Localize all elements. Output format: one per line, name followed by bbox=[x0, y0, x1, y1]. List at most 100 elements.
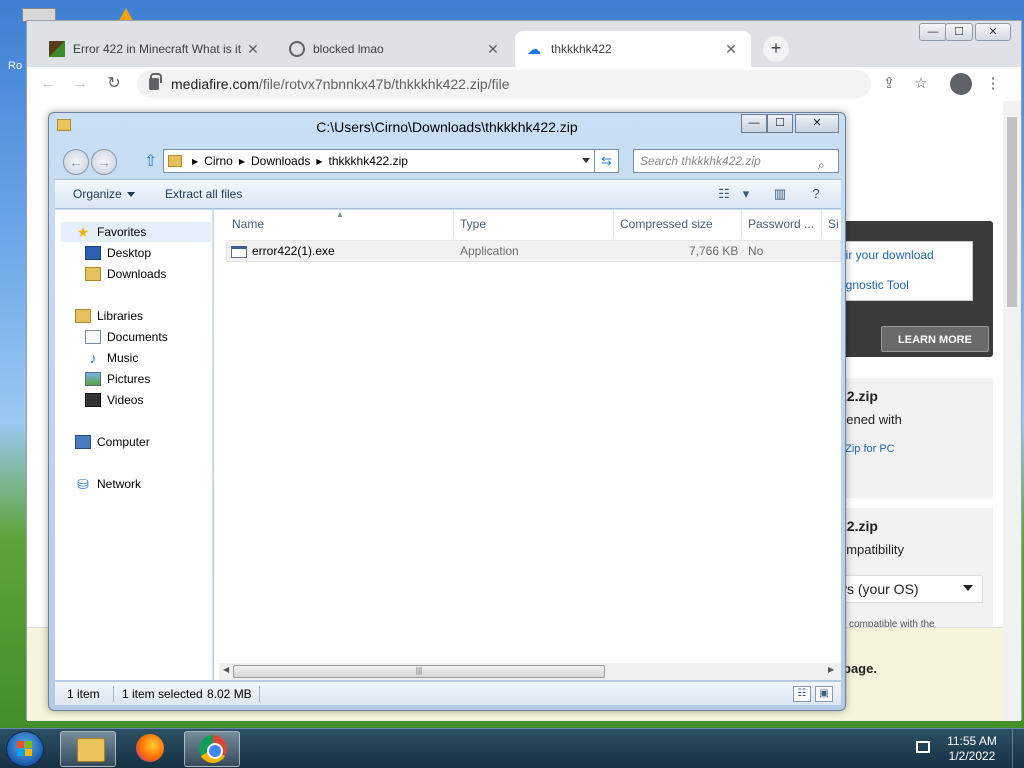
tab-minecraft-error[interactable]: Error 422 in Minecraft What is it ✕ bbox=[37, 31, 273, 67]
nav-label: Favorites bbox=[97, 225, 147, 239]
divider bbox=[113, 686, 114, 702]
videos-icon bbox=[85, 393, 101, 407]
nav-label: Network bbox=[97, 477, 142, 491]
column-header-password[interactable]: Password ... bbox=[742, 210, 822, 238]
scroll-left-icon[interactable]: ◀ bbox=[223, 665, 229, 674]
folder-icon bbox=[77, 738, 105, 762]
organize-button[interactable]: Organize bbox=[73, 187, 135, 201]
computer-icon bbox=[75, 435, 91, 449]
documents-icon bbox=[85, 330, 101, 344]
scrollbar-thumb[interactable] bbox=[1007, 117, 1017, 307]
close-button[interactable]: ✕ bbox=[975, 23, 1011, 41]
taskbar-firefox-button[interactable] bbox=[122, 731, 178, 767]
breadcrumb-cirno[interactable]: Cirno bbox=[204, 154, 233, 168]
chevron-right-icon: ▶ bbox=[192, 156, 199, 166]
horizontal-scrollbar[interactable]: ◀ ||| ▶ bbox=[219, 663, 841, 680]
nav-documents[interactable]: Documents bbox=[85, 327, 168, 347]
new-tab-button[interactable]: + bbox=[763, 36, 789, 62]
help-icon[interactable]: ? bbox=[807, 186, 825, 202]
minimize-button[interactable]: — bbox=[919, 23, 947, 41]
back-button[interactable]: ← bbox=[63, 149, 89, 175]
chevron-down-icon[interactable] bbox=[582, 158, 590, 163]
winzip-link[interactable]: nZip for PC bbox=[839, 443, 895, 455]
scrollbar-thumb[interactable]: ||| bbox=[233, 665, 605, 678]
desktop-label: Ro bbox=[8, 60, 23, 72]
tab-title: blocked lmao bbox=[313, 42, 384, 56]
start-button[interactable] bbox=[6, 731, 44, 767]
tab-mediafire[interactable]: ☁ thkkkhk422 ✕ bbox=[515, 31, 751, 67]
search-input[interactable]: Search thkkkhk422.zip ⌕ bbox=[633, 149, 839, 173]
breadcrumb-zip[interactable]: thkkkhk422.zip bbox=[329, 154, 408, 168]
extract-all-button[interactable]: Extract all files bbox=[165, 187, 242, 201]
preview-pane-icon[interactable]: ▥ bbox=[771, 186, 789, 202]
browser-toolbar: ← → ↻ mediafire.com/file/rotvx7nbnnkx47b… bbox=[27, 67, 1021, 101]
column-header-size[interactable]: Si bbox=[822, 210, 841, 238]
chevron-down-icon bbox=[126, 192, 135, 198]
close-tab-icon[interactable]: ✕ bbox=[485, 41, 501, 58]
tab-blocked[interactable]: blocked lmao ✕ bbox=[277, 31, 513, 67]
network-tray-icon[interactable] bbox=[916, 741, 930, 753]
nav-libraries[interactable]: Libraries bbox=[75, 306, 143, 326]
address-row: ← → ⇧ ▶ Cirno ▶ Downloads ▶ thkkkhk422.z… bbox=[49, 145, 845, 175]
close-button[interactable]: ✕ bbox=[795, 114, 839, 133]
star-icon: ★ bbox=[76, 224, 90, 240]
maximize-button[interactable]: ☐ bbox=[945, 23, 973, 41]
nav-favorites[interactable]: ★ Favorites bbox=[61, 222, 211, 242]
close-tab-icon[interactable]: ✕ bbox=[245, 41, 261, 58]
up-arrow-icon[interactable]: ⇧ bbox=[144, 151, 157, 171]
bookmark-star-icon[interactable]: ☆ bbox=[909, 72, 933, 96]
chevron-down-icon bbox=[963, 585, 973, 591]
selection-status: 1 item selected bbox=[122, 687, 203, 701]
maximize-button[interactable]: ☐ bbox=[767, 114, 793, 133]
item-count: 1 item bbox=[67, 687, 100, 701]
chevron-down-icon[interactable]: ▾ bbox=[737, 186, 755, 202]
column-header-type[interactable]: Type bbox=[454, 210, 614, 238]
breadcrumb-downloads[interactable]: Downloads bbox=[251, 154, 310, 168]
file-name: error422(1).exe bbox=[252, 244, 335, 258]
nav-label: Computer bbox=[97, 435, 150, 449]
nav-desktop[interactable]: Desktop bbox=[85, 243, 151, 263]
taskbar-explorer-button[interactable] bbox=[60, 731, 116, 767]
menu-kebab-icon[interactable]: ⋮ bbox=[981, 72, 1005, 96]
learn-more-button[interactable]: LEARN MORE bbox=[881, 326, 989, 352]
forward-button[interactable]: → bbox=[67, 71, 93, 97]
page-scrollbar[interactable] bbox=[1003, 101, 1021, 721]
sort-up-icon: ▲ bbox=[336, 210, 344, 219]
column-header-compressed-size[interactable]: Compressed size bbox=[614, 210, 742, 238]
profile-avatar-icon[interactable] bbox=[950, 73, 972, 95]
explorer-titlebar[interactable]: C:\Users\Cirno\Downloads\thkkkhk422.zip … bbox=[49, 113, 845, 143]
clock-date: 1/2/2022 bbox=[948, 749, 996, 763]
taskbar: 11:55 AM 1/2/2022 bbox=[0, 728, 1024, 768]
nav-pictures[interactable]: Pictures bbox=[85, 369, 150, 389]
clock[interactable]: 11:55 AM 1/2/2022 bbox=[944, 734, 1000, 764]
chevron-right-icon: ▶ bbox=[238, 156, 245, 166]
minimize-button[interactable]: — bbox=[741, 114, 767, 133]
table-row[interactable]: error422(1).exe Application 7,766 KB No bbox=[226, 240, 841, 262]
banner-text: page. bbox=[843, 661, 877, 676]
nav-music[interactable]: ♪ Music bbox=[85, 348, 139, 368]
show-desktop-button[interactable] bbox=[1012, 729, 1024, 768]
search-icon[interactable]: ⌕ bbox=[818, 154, 825, 176]
back-button[interactable]: ← bbox=[35, 71, 61, 97]
nav-videos[interactable]: Videos bbox=[85, 390, 143, 410]
url-host: mediafire.com bbox=[171, 76, 259, 92]
large-icons-view-icon[interactable]: ▣ bbox=[815, 686, 833, 702]
nav-downloads[interactable]: Downloads bbox=[85, 264, 166, 284]
forward-button[interactable]: → bbox=[91, 149, 117, 175]
refresh-button[interactable]: ⇆ bbox=[595, 149, 619, 173]
scroll-right-icon[interactable]: ▶ bbox=[828, 665, 834, 674]
details-view-icon[interactable]: ☷ bbox=[793, 686, 811, 702]
close-tab-icon[interactable]: ✕ bbox=[723, 41, 739, 58]
lock-icon bbox=[149, 73, 162, 90]
nav-computer[interactable]: Computer bbox=[75, 432, 150, 452]
repair-download-link[interactable]: air your download bbox=[839, 248, 934, 262]
view-options-icon[interactable]: ☷ bbox=[715, 186, 733, 202]
address-bar[interactable]: mediafire.com/file/rotvx7nbnnkx47b/thkkk… bbox=[137, 70, 871, 98]
nav-network[interactable]: ⛁ Network bbox=[75, 474, 141, 494]
taskbar-chrome-button[interactable] bbox=[184, 731, 240, 767]
explorer-address-bar[interactable]: ▶ Cirno ▶ Downloads ▶ thkkkhk422.zip bbox=[163, 149, 595, 173]
globe-icon bbox=[289, 41, 305, 57]
reload-button[interactable]: ↻ bbox=[101, 71, 127, 97]
diagnostic-tool-link[interactable]: agnostic Tool bbox=[839, 278, 909, 292]
share-icon[interactable]: ⇪ bbox=[877, 72, 901, 96]
